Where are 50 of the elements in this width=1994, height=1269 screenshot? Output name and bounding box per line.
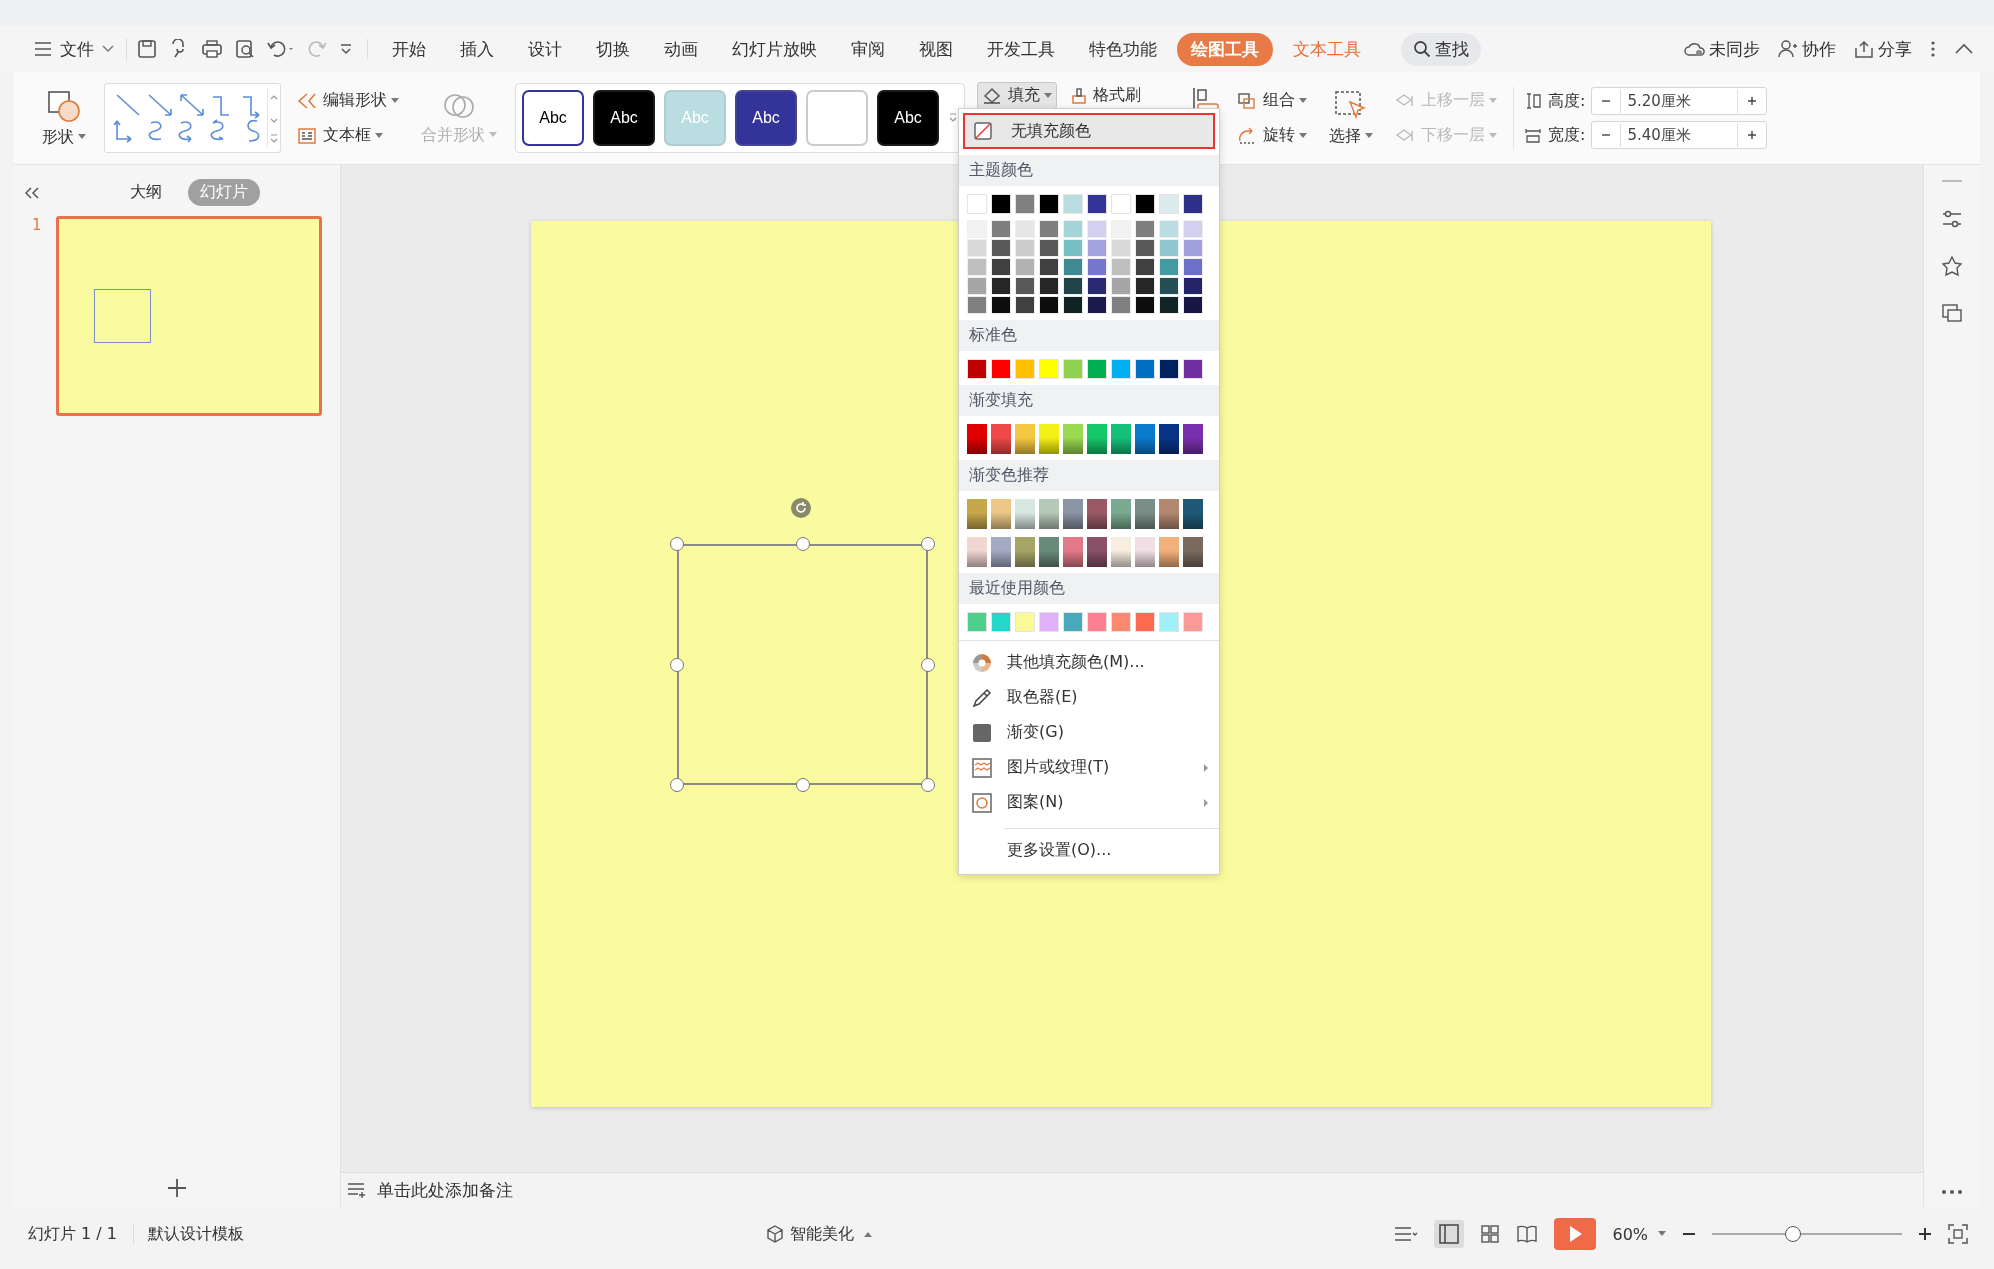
- menu-item[interactable]: 图片或纹理(T): [959, 750, 1219, 785]
- notes-placeholder[interactable]: 单击此处添加备注: [377, 1178, 513, 1202]
- height-field[interactable]: 5.20厘米: [1591, 87, 1768, 115]
- shape-style-swatch[interactable]: Abc: [522, 90, 584, 146]
- template-name[interactable]: 默认设计模板: [133, 1223, 244, 1245]
- section-header: 标准色: [959, 320, 1219, 351]
- ribbon-tab[interactable]: 视图: [905, 32, 967, 66]
- ribbon-tab[interactable]: 切换: [582, 32, 644, 66]
- ribbon-tab[interactable]: 插入: [446, 32, 508, 66]
- share-button[interactable]: 分享: [1854, 37, 1912, 61]
- ribbon-tab[interactable]: 开始: [378, 32, 440, 66]
- section-header: 主题颜色: [959, 155, 1219, 186]
- section-header: 渐变填充: [959, 385, 1219, 416]
- section-header: 渐变色推荐: [959, 460, 1219, 491]
- height-label: 高度:: [1548, 90, 1586, 112]
- smart-beautify-button[interactable]: 智能美化: [766, 1223, 873, 1245]
- ribbon-tab[interactable]: 开发工具: [973, 32, 1069, 66]
- shape-style-swatch[interactable]: Abc: [593, 90, 655, 146]
- menu-item[interactable]: 其他填充颜色(M)...: [959, 645, 1219, 680]
- menu-item[interactable]: 渐变(G): [959, 715, 1219, 750]
- collaborate-button[interactable]: 协作: [1778, 37, 1836, 61]
- panel-tab[interactable]: 大纲: [118, 179, 174, 206]
- shape-style-swatch[interactable]: Abc: [877, 90, 939, 146]
- rotate-button[interactable]: 旋转: [1233, 123, 1311, 148]
- ribbon-tab[interactable]: 动画: [650, 32, 712, 66]
- shape-button[interactable]: 形状: [36, 84, 92, 152]
- format-painter-button[interactable]: 格式刷: [1067, 82, 1145, 109]
- width-label: 宽度:: [1548, 124, 1586, 146]
- edit-shape-button[interactable]: 编辑形状: [293, 88, 403, 113]
- shape-style-swatch[interactable]: Abc: [735, 90, 797, 146]
- fill-button[interactable]: 填充: [977, 82, 1057, 109]
- search-button[interactable]: 查找: [1401, 32, 1481, 66]
- ribbon-tab[interactable]: 特色功能: [1075, 32, 1171, 66]
- slide-number: 1: [32, 216, 42, 236]
- text-box-button[interactable]: 文本框: [293, 123, 403, 148]
- group-button[interactable]: 组合: [1233, 88, 1311, 113]
- menu-item[interactable]: 图案(N): [959, 785, 1219, 820]
- ribbon-tab[interactable]: 审阅: [837, 32, 899, 66]
- menu-item[interactable]: 取色器(E): [959, 680, 1219, 715]
- slide-counter: 幻灯片 1 / 1: [28, 1223, 117, 1245]
- sync-button[interactable]: 未同步: [1683, 37, 1760, 61]
- width-field[interactable]: 5.40厘米: [1591, 121, 1768, 149]
- section-header: 最近使用颜色: [959, 573, 1219, 604]
- more-settings-item[interactable]: 更多设置(O)...: [959, 833, 1219, 868]
- ribbon-tab[interactable]: 设计: [514, 32, 576, 66]
- ribbon-tab[interactable]: 幻灯片放映: [718, 32, 831, 66]
- select-button[interactable]: 选择: [1323, 85, 1379, 151]
- zoom-level[interactable]: 60%: [1612, 1224, 1666, 1244]
- file-menu[interactable]: 文件: [34, 37, 127, 61]
- no-fill-item[interactable]: 无填充颜色: [963, 113, 1215, 149]
